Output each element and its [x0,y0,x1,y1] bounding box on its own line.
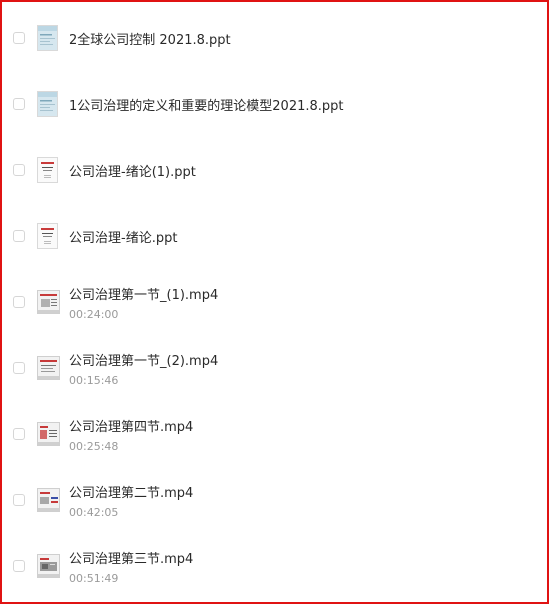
file-name[interactable]: 公司治理第四节.mp4 [69,416,539,435]
ppt-red-icon [37,157,58,183]
select-checkbox[interactable] [13,428,25,440]
list-item[interactable]: 公司治理第二节.mp4 00:42:05 [2,467,547,533]
select-checkbox[interactable] [13,98,25,110]
select-checkbox[interactable] [13,362,25,374]
select-checkbox[interactable] [13,494,25,506]
select-checkbox[interactable] [13,230,25,242]
select-checkbox[interactable] [13,296,25,308]
video-duration: 00:42:05 [69,505,119,519]
select-checkbox[interactable] [13,32,25,44]
file-info: 公司治理第四节.mp4 00:25:48 [69,416,539,453]
list-item[interactable]: 公司治理第一节_(2).mp4 00:15:46 [2,335,547,401]
list-item[interactable]: 公司治理第三节.mp4 00:51:49 [2,533,547,599]
video-duration: 00:15:46 [69,373,119,387]
select-checkbox[interactable] [13,164,25,176]
video-icon [37,422,60,446]
video-icon [37,356,60,380]
video-duration: 00:25:48 [69,439,119,453]
video-icon [37,554,60,578]
video-icon [37,488,60,512]
select-checkbox[interactable] [13,560,25,572]
file-name[interactable]: 公司治理第二节.mp4 [69,482,539,501]
file-info: 2全球公司控制 2021.8.ppt [69,29,539,48]
file-info: 1公司治理的定义和重要的理论模型2021.8.ppt [69,95,539,114]
list-item[interactable]: 公司治理-绪论(1).ppt [2,137,547,203]
list-item[interactable]: 公司治理-绪论.ppt [2,203,547,269]
file-list-panel: 2全球公司控制 2021.8.ppt 1公司治理的定义和重要的理论模型2021.… [0,0,549,604]
video-duration: 00:24:00 [69,307,119,321]
file-info: 公司治理第二节.mp4 00:42:05 [69,482,539,519]
ppt-red-icon [37,223,58,249]
file-name[interactable]: 公司治理第一节_(1).mp4 [69,284,539,303]
file-info: 公司治理第一节_(1).mp4 00:24:00 [69,284,539,321]
file-info: 公司治理第一节_(2).mp4 00:15:46 [69,350,539,387]
file-name[interactable]: 公司治理-绪论(1).ppt [69,161,539,180]
file-info: 公司治理第三节.mp4 00:51:49 [69,548,539,585]
list-item[interactable]: 2全球公司控制 2021.8.ppt [2,5,547,71]
file-name[interactable]: 2全球公司控制 2021.8.ppt [69,29,539,48]
video-duration: 00:51:49 [69,571,119,585]
file-info: 公司治理-绪论.ppt [69,227,539,246]
ppt-blue-icon [37,91,58,117]
list-item[interactable]: 1公司治理的定义和重要的理论模型2021.8.ppt [2,71,547,137]
file-name[interactable]: 公司治理-绪论.ppt [69,227,539,246]
file-name[interactable]: 1公司治理的定义和重要的理论模型2021.8.ppt [69,95,539,114]
list-item[interactable]: 公司治理第四节.mp4 00:25:48 [2,401,547,467]
file-name[interactable]: 公司治理第三节.mp4 [69,548,539,567]
file-name[interactable]: 公司治理第一节_(2).mp4 [69,350,539,369]
file-list: 2全球公司控制 2021.8.ppt 1公司治理的定义和重要的理论模型2021.… [2,5,547,599]
list-item[interactable]: 公司治理第一节_(1).mp4 00:24:00 [2,269,547,335]
file-info: 公司治理-绪论(1).ppt [69,161,539,180]
video-icon [37,290,60,314]
ppt-blue-icon [37,25,58,51]
